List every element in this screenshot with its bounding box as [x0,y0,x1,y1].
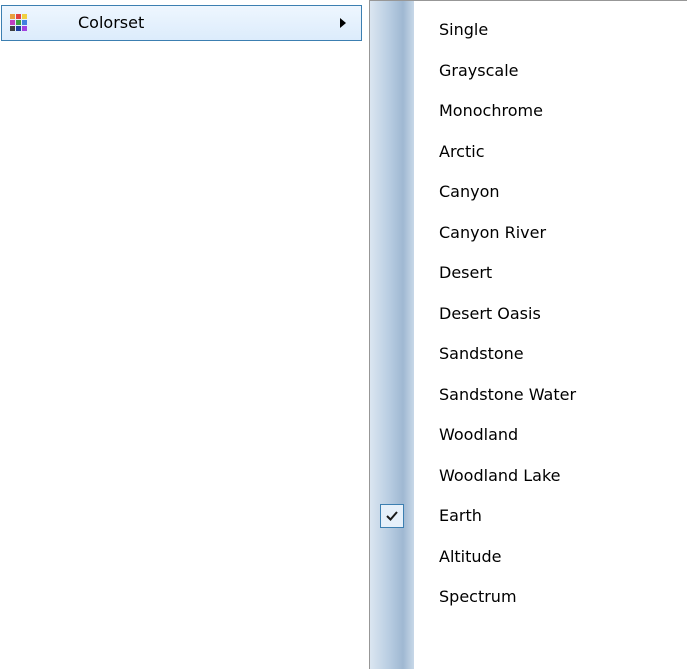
submenu-item-altitude[interactable]: Altitude [370,540,687,576]
submenu-item-spectrum[interactable]: Spectrum [370,580,687,616]
submenu-item-woodland[interactable]: Woodland [370,418,687,454]
submenu-item-label: Canyon River [439,222,547,242]
colorset-grid-icon [10,14,27,31]
checkmark-icon [380,504,404,528]
submenu-item-desert[interactable]: Desert [370,256,687,292]
submenu-item-label: Arctic [439,141,485,161]
submenu-item-label: Altitude [439,546,502,566]
menu-item-colorset[interactable]: Colorset [1,5,362,41]
submenu-item-canyon[interactable]: Canyon [370,175,687,211]
submenu-item-arctic[interactable]: Arctic [370,135,687,171]
submenu-item-label: Sandstone Water [439,384,577,404]
submenu-item-label: Desert Oasis [439,303,541,323]
submenu-item-label: Grayscale [439,60,519,80]
submenu-item-sandstone-water[interactable]: Sandstone Water [370,378,687,414]
submenu-item-label: Sandstone [439,344,524,363]
submenu-item-sandstone[interactable]: Sandstone [370,337,687,373]
submenu-arrow-icon [340,18,346,28]
menu-item-label: Colorset [78,13,145,32]
colorset-submenu: Single Grayscale Monochrome Arctic Canyon Can… [369,0,687,669]
submenu-item-grayscale[interactable]: Grayscale [370,54,687,90]
submenu-item-label: Single [439,20,489,39]
submenu-item-canyon-river[interactable]: Canyon River [370,216,687,252]
submenu-item-monochrome[interactable]: Monochrome [370,94,687,130]
submenu-item-label: Canyon [439,182,500,201]
submenu-item-woodland-lake[interactable]: Woodland Lake [370,459,687,495]
submenu-item-label: Monochrome [439,101,543,120]
submenu-item-label: Spectrum [439,587,517,606]
submenu-item-label: Woodland Lake [439,465,561,485]
submenu-item-label: Woodland [439,425,519,444]
submenu-item-single[interactable]: Single [370,13,687,49]
submenu-item-earth[interactable]: Earth [370,499,687,535]
submenu-item-desert-oasis[interactable]: Desert Oasis [370,297,687,333]
submenu-item-label: Desert [439,263,493,282]
submenu-item-label: Earth [439,506,482,525]
